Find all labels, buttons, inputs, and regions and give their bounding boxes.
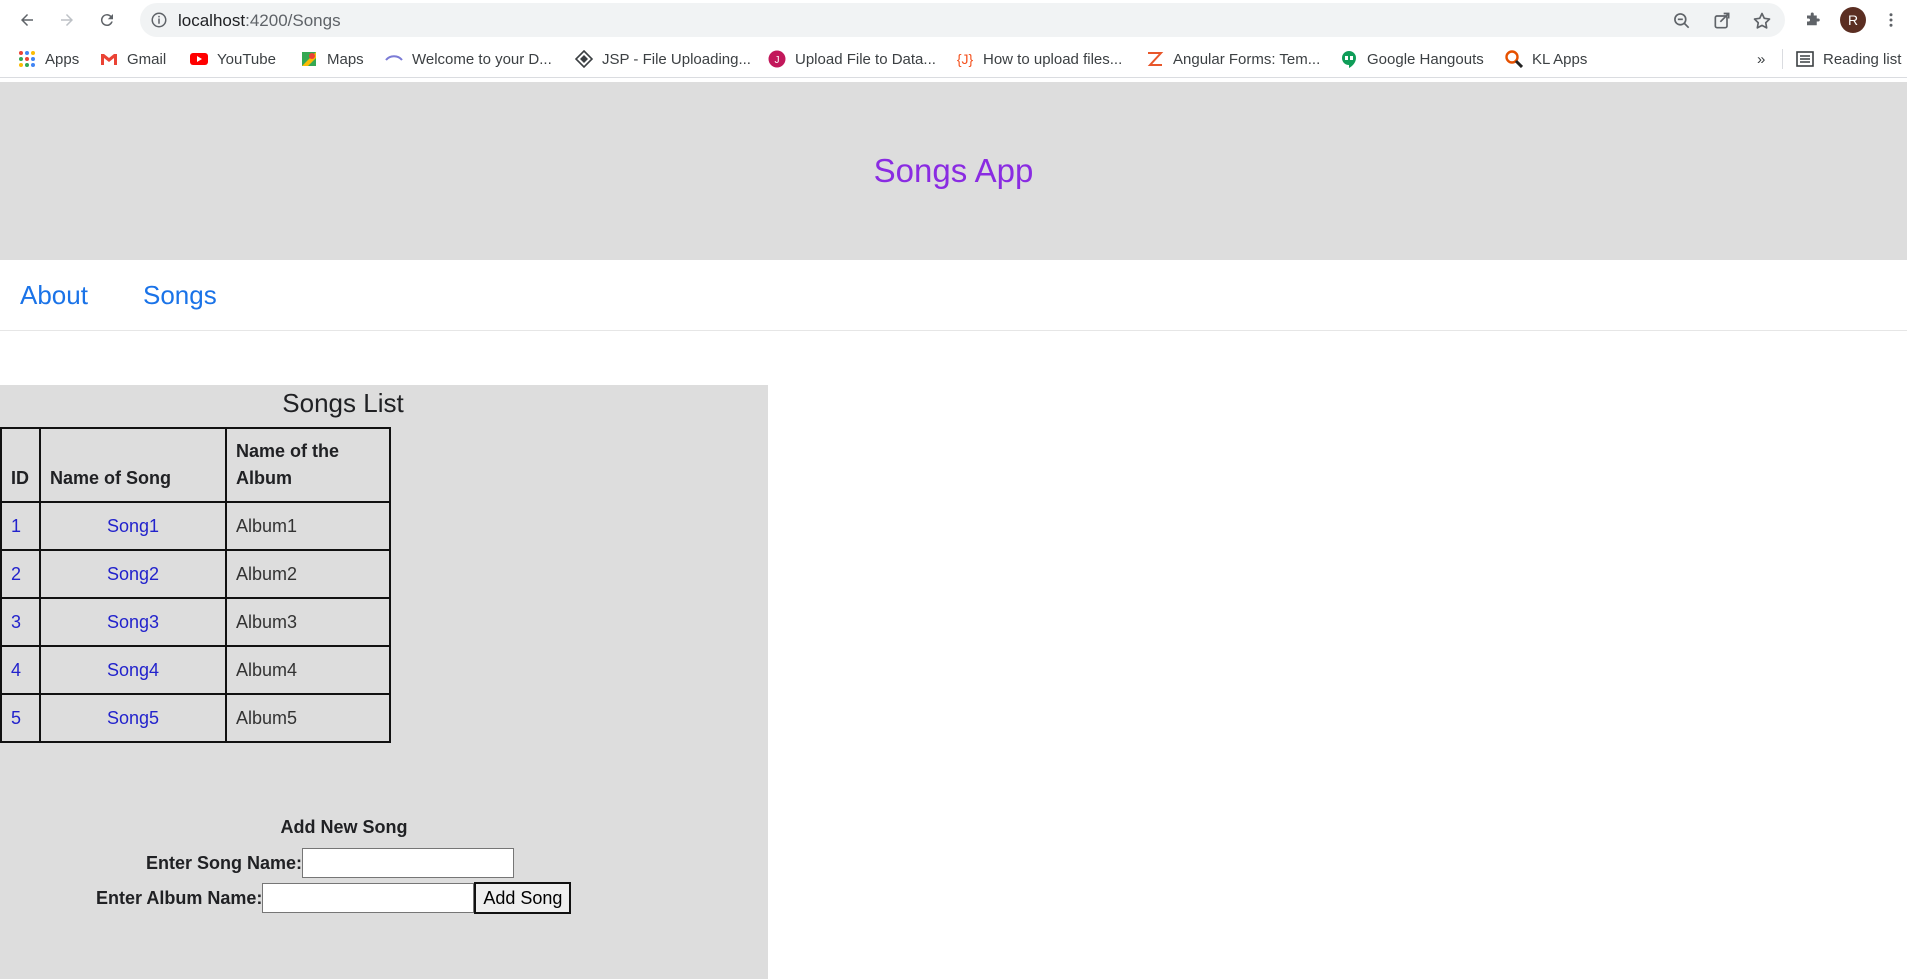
site-info-icon[interactable] xyxy=(150,11,168,29)
url-text: localhost:4200/Songs xyxy=(178,11,341,30)
nav-link-about[interactable]: About xyxy=(20,280,88,311)
songs-panel: Songs List ID Name of Song Name of the A… xyxy=(0,385,768,979)
svg-text:{J}: {J} xyxy=(957,51,974,67)
youtube-icon xyxy=(190,53,208,65)
album-name-input[interactable] xyxy=(262,883,475,913)
bookmark-kl-apps[interactable]: KL Apps xyxy=(1505,49,1587,69)
table-row: 2 Song2 Album2 xyxy=(0,549,391,599)
bookmarks-bar: Apps Gmail YouTube Maps Welcome to your … xyxy=(0,41,1907,78)
album-name-cell: Album5 xyxy=(225,693,391,743)
kebab-menu-icon xyxy=(1889,13,1893,27)
bookmark-welcome[interactable]: Welcome to your D... xyxy=(385,49,552,69)
bookmark-how-to-upload[interactable]: {J} How to upload files... xyxy=(956,49,1122,69)
bookmark-youtube[interactable]: YouTube xyxy=(190,49,276,69)
forward-arrow-icon xyxy=(61,14,73,26)
nav-link-songs[interactable]: Songs xyxy=(143,280,217,311)
column-header-album: Name of the Album xyxy=(225,427,391,503)
column-header-id: ID xyxy=(0,427,41,503)
table-row: 1 Song1 Album1 xyxy=(0,501,391,551)
extensions-button[interactable] xyxy=(1799,6,1827,34)
bookmark-jsp[interactable]: JSP - File Uploading... xyxy=(575,49,751,69)
add-song-button[interactable]: Add Song xyxy=(474,882,572,914)
hangouts-icon xyxy=(1342,51,1356,68)
song-name-link[interactable]: Song4 xyxy=(107,660,159,680)
song-name-input[interactable] xyxy=(302,848,515,878)
song-name-link[interactable]: Song1 xyxy=(107,516,159,536)
column-header-song: Name of Song xyxy=(39,427,227,503)
apps-grid-icon xyxy=(19,51,35,67)
reload-button[interactable] xyxy=(93,6,121,34)
table-row: 4 Song4 Album4 xyxy=(0,645,391,695)
puzzle-icon xyxy=(1807,12,1820,26)
bookmark-gmail[interactable]: Gmail xyxy=(100,49,166,69)
table-header-row: ID Name of Song Name of the Album xyxy=(0,427,391,503)
profile-button[interactable]: R xyxy=(1839,6,1867,34)
song-name-link[interactable]: Song3 xyxy=(107,612,159,632)
divider xyxy=(1782,49,1783,69)
album-name-label: Enter Album Name: xyxy=(96,887,263,908)
song-id-link[interactable]: 4 xyxy=(11,660,21,680)
bookmark-maps[interactable]: Maps xyxy=(300,49,364,69)
gmail-icon xyxy=(101,54,117,65)
browser-toolbar: localhost:4200/Songs R xyxy=(0,0,1907,40)
app-title: Songs App xyxy=(873,152,1034,189)
reading-list-icon xyxy=(1796,51,1814,67)
songs-list-title: Songs List xyxy=(282,388,404,418)
bookmark-angular-forms[interactable]: Angular Forms: Tem... xyxy=(1146,49,1320,69)
bookmark-apps[interactable]: Apps xyxy=(18,49,79,69)
back-button[interactable] xyxy=(13,6,41,34)
avatar: R xyxy=(1840,7,1866,33)
song-id-link[interactable]: 3 xyxy=(11,612,21,632)
reload-icon xyxy=(100,14,113,27)
menu-button[interactable] xyxy=(1877,6,1905,34)
song-id-link[interactable]: 1 xyxy=(11,516,21,536)
song-name-link[interactable]: Song5 xyxy=(107,708,159,728)
address-bar[interactable]: localhost:4200/Songs xyxy=(140,3,1785,37)
table-row: 5 Song5 Album5 xyxy=(0,693,391,743)
reading-list-button[interactable]: Reading list xyxy=(1796,49,1901,69)
album-name-cell: Album2 xyxy=(225,549,391,599)
add-song-title: Add New Song xyxy=(280,817,408,837)
table-row: 3 Song3 Album3 xyxy=(0,597,391,647)
diamond-icon xyxy=(575,50,593,68)
album-name-cell: Album3 xyxy=(225,597,391,647)
share-icon[interactable] xyxy=(1712,11,1732,31)
bookmark-upload-data[interactable]: J Upload File to Data... xyxy=(768,49,936,69)
zoom-icon[interactable] xyxy=(1672,11,1692,31)
album-name-cell: Album4 xyxy=(225,645,391,695)
song-name-link[interactable]: Song2 xyxy=(107,564,159,584)
song-id-link[interactable]: 5 xyxy=(11,708,21,728)
bookmark-hangouts[interactable]: Google Hangouts xyxy=(1340,49,1484,69)
forward-button[interactable] xyxy=(53,6,81,34)
album-name-cell: Album1 xyxy=(225,501,391,551)
song-name-label: Enter Song Name: xyxy=(146,852,303,873)
bookmark-star-icon[interactable] xyxy=(1752,11,1772,31)
app-header: Songs App xyxy=(0,82,1907,260)
magnifier-icon xyxy=(1505,50,1523,68)
site-favicon-icon: {J} xyxy=(957,51,974,67)
site-favicon-icon xyxy=(385,55,403,61)
maps-icon xyxy=(302,52,316,66)
bookmarks-overflow-button[interactable]: » xyxy=(1757,49,1765,69)
song-id-link[interactable]: 2 xyxy=(11,564,21,584)
song-name-row: Enter Song Name: xyxy=(146,848,515,878)
site-favicon-icon: J xyxy=(768,50,786,68)
main-nav: About Songs xyxy=(0,260,1907,331)
back-arrow-icon xyxy=(21,14,33,26)
songs-table: ID Name of Song Name of the Album 1 Song… xyxy=(0,427,391,743)
album-name-row: Enter Album Name: Add Song xyxy=(96,882,572,914)
site-favicon-icon xyxy=(1147,52,1164,66)
svg-text:J: J xyxy=(775,55,780,66)
